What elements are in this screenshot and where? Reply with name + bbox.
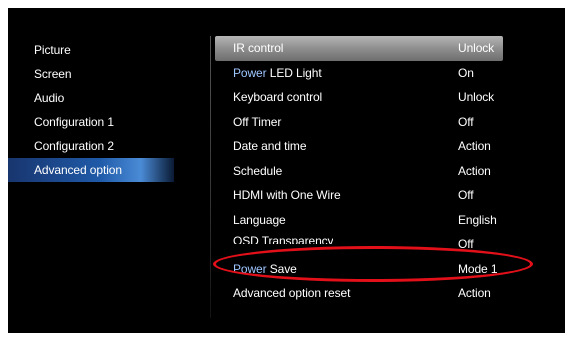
setting-label-highlight: Power xyxy=(233,65,267,80)
setting-value: Unlock xyxy=(458,90,495,104)
setting-power-led-light[interactable]: Power LED Light On xyxy=(215,61,503,86)
setting-value: English xyxy=(458,212,497,227)
menu-item-configuration-1[interactable]: Configuration 1 xyxy=(8,110,204,134)
setting-value: Off xyxy=(458,114,474,129)
menu-item-screen[interactable]: Screen xyxy=(8,62,204,86)
setting-label-rest: LED Light xyxy=(266,65,322,80)
setting-keyboard-control[interactable]: Keyboard control Unlock xyxy=(215,85,503,110)
osd-screen: Picture Screen Audio Configuration 1 Con… xyxy=(8,8,565,333)
setting-label: Schedule xyxy=(233,163,283,178)
setting-label: Date and time xyxy=(233,139,307,153)
setting-label: HDMI with One Wire xyxy=(233,188,341,202)
setting-label: OSD Transparency xyxy=(233,234,334,244)
setting-schedule[interactable]: Schedule Action xyxy=(215,159,503,184)
setting-label: Keyboard control xyxy=(233,90,323,104)
menu-divider xyxy=(210,36,211,318)
setting-language[interactable]: Language English xyxy=(215,208,503,233)
main-menu: Picture Screen Audio Configuration 1 Con… xyxy=(8,38,204,182)
setting-label: IR control xyxy=(233,41,284,55)
setting-value: Off xyxy=(458,188,474,202)
setting-label: Advanced option reset xyxy=(233,286,351,300)
setting-hdmi-with-one-wire[interactable]: HDMI with One Wire Off xyxy=(215,183,503,208)
setting-value: Action xyxy=(458,163,491,178)
setting-date-and-time[interactable]: Date and time Action xyxy=(215,134,503,159)
highlight-ellipse-annotation xyxy=(213,246,533,282)
setting-advanced-option-reset[interactable]: Advanced option reset Action xyxy=(215,281,503,306)
setting-ir-control[interactable]: IR control Unlock xyxy=(215,36,503,61)
setting-value: Action xyxy=(458,139,491,153)
setting-label: Off Timer xyxy=(233,114,282,129)
setting-value: Action xyxy=(458,286,491,300)
menu-item-audio[interactable]: Audio xyxy=(8,86,204,110)
menu-item-advanced-option[interactable]: Advanced option xyxy=(8,158,174,182)
setting-label: Power LED Light xyxy=(233,61,322,86)
menu-item-configuration-2[interactable]: Configuration 2 xyxy=(8,134,204,158)
setting-value: Unlock xyxy=(458,41,495,55)
setting-off-timer[interactable]: Off Timer Off xyxy=(215,110,503,135)
menu-item-picture[interactable]: Picture xyxy=(8,38,204,62)
setting-label: Language xyxy=(233,212,286,227)
setting-value: On xyxy=(458,65,474,80)
